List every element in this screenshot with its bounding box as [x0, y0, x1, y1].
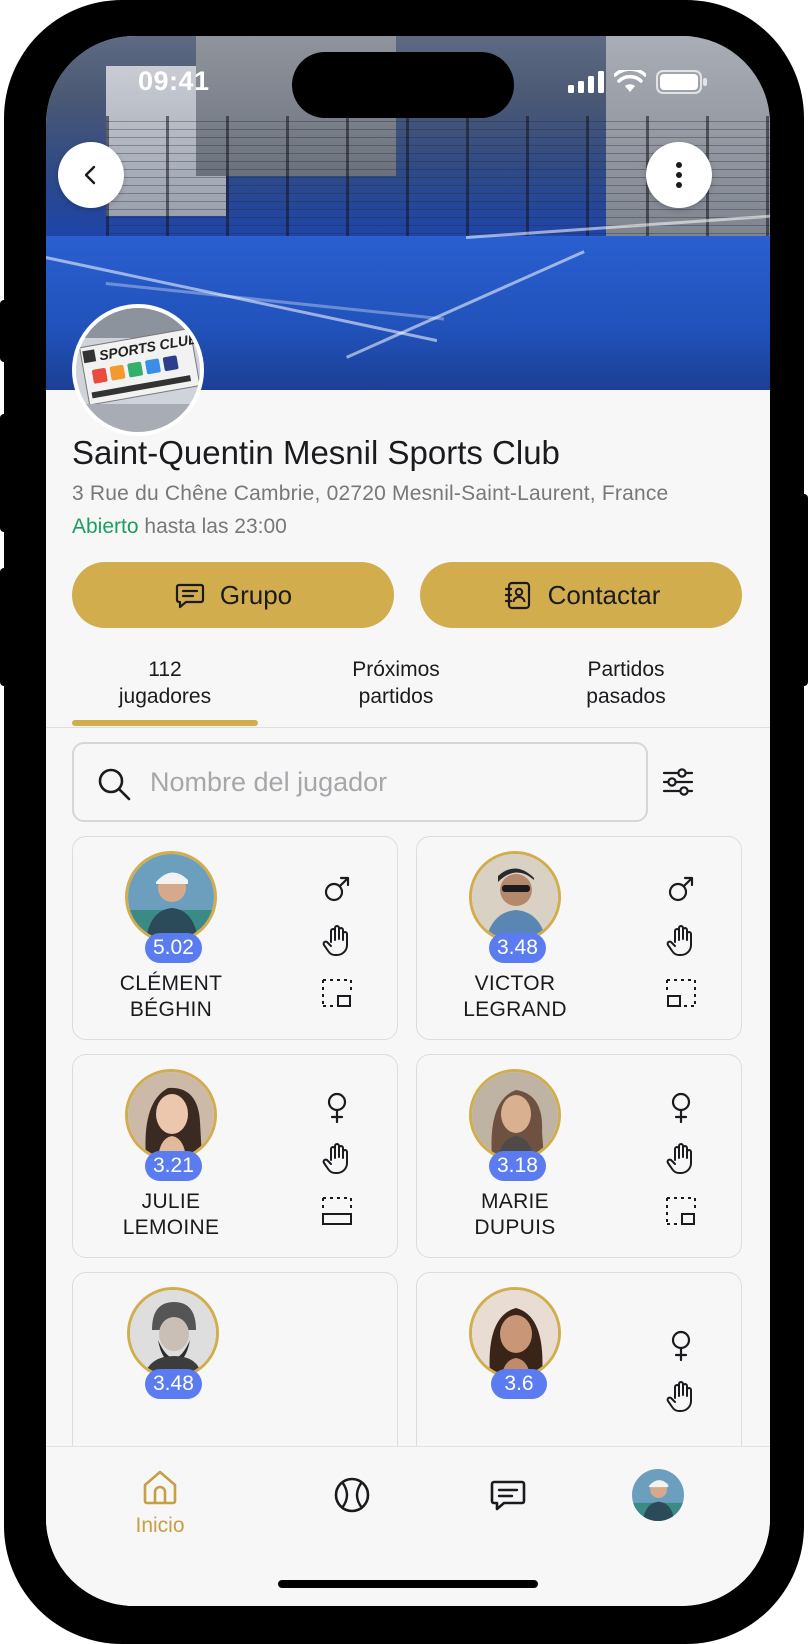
- wifi-icon: [614, 70, 646, 92]
- player-avatar: [125, 851, 217, 943]
- nav-home[interactable]: Inicio: [100, 1467, 220, 1538]
- player-last-name: DUPUIS: [474, 1216, 556, 1239]
- contact-button-label: Contactar: [547, 579, 661, 610]
- chevron-left-icon: [84, 165, 96, 185]
- player-first-name: MARIE: [480, 1190, 549, 1213]
- court-right-icon: [315, 971, 359, 1015]
- cellular-signal-icon: [568, 71, 604, 93]
- player-card[interactable]: 3.18 MARIE DUPUIS: [416, 1054, 742, 1258]
- group-button[interactable]: Grupo: [72, 562, 394, 628]
- group-button-label: Grupo: [219, 579, 293, 610]
- tab-bar: 112 jugadores Próximos partidos Partidos…: [46, 656, 770, 728]
- volume-down-button: [0, 568, 8, 686]
- chat-icon: [490, 1480, 526, 1511]
- tennis-ball-icon: [334, 1477, 370, 1513]
- hand-icon: [659, 919, 703, 963]
- player-avatar: [469, 1287, 561, 1379]
- home-icon: [143, 1470, 177, 1505]
- player-rating-badge: 3.6: [491, 1369, 547, 1399]
- more-options-button[interactable]: [646, 142, 712, 208]
- silent-switch: [0, 300, 8, 362]
- court-right-icon: [659, 1189, 703, 1233]
- sliders-icon: [662, 768, 694, 796]
- nav-home-label: Inicio: [135, 1514, 185, 1537]
- more-vertical-icon: [676, 162, 682, 188]
- club-opening-hours: Abierto hasta las 23:00: [72, 515, 287, 539]
- player-name: VICTOR LEGRAND: [435, 971, 595, 1023]
- player-rating-badge: 3.21: [145, 1151, 202, 1181]
- tab-players[interactable]: 112 jugadores: [65, 656, 265, 710]
- player-card[interactable]: 5.02 CLÉMENT BÉGHIN: [72, 836, 398, 1040]
- player-first-name: VICTOR: [474, 972, 556, 995]
- hand-icon: [659, 1375, 703, 1419]
- active-tab-indicator: [72, 720, 258, 726]
- tab-upcoming-matches[interactable]: Próximos partidos: [296, 656, 496, 710]
- filter-button[interactable]: [650, 754, 706, 810]
- avatar: [632, 1469, 684, 1521]
- dynamic-island: [292, 52, 514, 118]
- phone-frame: 09:41 SPORTS CLUB Saint-Quentin Mesnil S…: [0, 0, 808, 1644]
- player-avatar: [127, 1287, 219, 1379]
- club-name: Saint-Quentin Mesnil Sports Club: [72, 434, 560, 471]
- club-logo: SPORTS CLUB: [72, 304, 204, 436]
- hand-icon: [315, 919, 359, 963]
- battery-icon: [656, 70, 707, 94]
- nav-matches[interactable]: [292, 1475, 412, 1520]
- status-bar: 09:41: [46, 36, 770, 126]
- player-avatar: [469, 1069, 561, 1161]
- female-icon: [659, 1085, 703, 1129]
- player-rating-badge: 3.48: [489, 933, 546, 963]
- nav-profile[interactable]: [598, 1469, 718, 1521]
- screen: 09:41 SPORTS CLUB Saint-Quentin Mesnil S…: [46, 36, 770, 1606]
- player-avatar: [469, 851, 561, 943]
- female-icon: [659, 1323, 703, 1367]
- player-card[interactable]: 3.48 VICTOR LEGRAND: [416, 836, 742, 1040]
- chat-icon: [175, 583, 204, 609]
- power-button: [800, 494, 808, 686]
- player-card[interactable]: 3.21 JULIE LEMOINE: [72, 1054, 398, 1258]
- female-icon: [315, 1085, 359, 1129]
- player-last-name: LEGRAND: [463, 998, 567, 1021]
- player-avatar: [125, 1069, 217, 1161]
- player-name: CLÉMENT BÉGHIN: [91, 971, 251, 1023]
- search-input[interactable]: [150, 762, 630, 802]
- nav-messages[interactable]: [448, 1475, 568, 1520]
- contact-book-icon: [504, 581, 530, 610]
- player-first-name: JULIE: [141, 1190, 201, 1213]
- tab-players-label: jugadores: [118, 685, 212, 708]
- tab-past-line1: Partidos: [587, 658, 665, 681]
- court-both-icon: [315, 1189, 359, 1233]
- player-last-name: LEMOINE: [122, 1216, 220, 1239]
- player-name: MARIE DUPUIS: [435, 1189, 595, 1241]
- contact-button[interactable]: Contactar: [420, 562, 742, 628]
- status-time: 09:41: [138, 66, 210, 96]
- tab-past-line2: pasados: [586, 685, 666, 708]
- open-status: Abierto: [72, 515, 139, 538]
- player-last-name: BÉGHIN: [129, 998, 213, 1021]
- player-rating-badge: 5.02: [145, 933, 202, 963]
- tab-upcoming-line1: Próximos: [352, 658, 440, 681]
- player-first-name: CLÉMENT: [119, 972, 223, 995]
- tab-upcoming-line2: partidos: [358, 685, 434, 708]
- male-icon: [315, 867, 359, 911]
- player-rating-badge: 3.48: [145, 1369, 202, 1399]
- search-icon: [98, 768, 131, 801]
- hand-icon: [315, 1137, 359, 1181]
- player-rating-badge: 3.18: [489, 1151, 546, 1181]
- player-name: JULIE LEMOINE: [91, 1189, 251, 1241]
- home-indicator: [278, 1580, 538, 1588]
- volume-up-button: [0, 414, 8, 532]
- tab-players-count: 112: [148, 658, 182, 681]
- tab-past-matches[interactable]: Partidos pasados: [526, 656, 726, 710]
- back-button[interactable]: [58, 142, 124, 208]
- hours-text: hasta las 23:00: [144, 515, 287, 538]
- player-search[interactable]: [72, 742, 648, 822]
- court-left-icon: [659, 971, 703, 1015]
- hand-icon: [659, 1137, 703, 1181]
- club-address: 3 Rue du Chêne Cambrie, 02720 Mesnil-Sai…: [72, 482, 669, 505]
- male-icon: [659, 867, 703, 911]
